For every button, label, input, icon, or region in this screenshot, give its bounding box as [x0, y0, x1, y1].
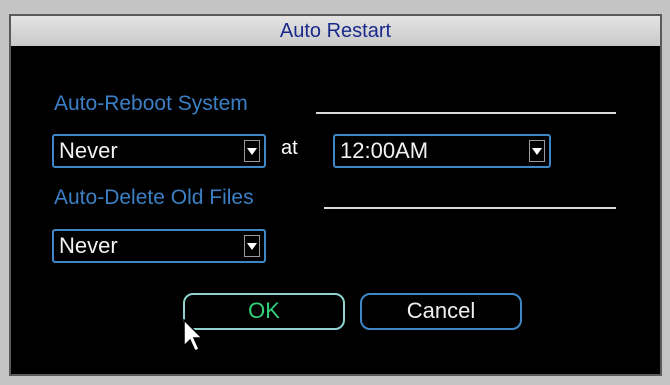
- cancel-button[interactable]: Cancel: [360, 293, 522, 330]
- auto-reboot-time-value: 12:00AM: [340, 138, 429, 163]
- dialog-title: Auto Restart: [11, 16, 660, 46]
- auto-reboot-frequency-select[interactable]: Never: [52, 134, 266, 168]
- section-divider: [316, 112, 616, 114]
- mouse-cursor-icon: [183, 318, 205, 358]
- chevron-down-icon[interactable]: [244, 140, 260, 162]
- ok-button[interactable]: OK: [183, 293, 345, 330]
- auto-delete-section-label: Auto-Delete Old Files: [54, 186, 254, 209]
- section-divider: [324, 207, 616, 209]
- at-label: at: [281, 137, 298, 159]
- auto-reboot-section-label: Auto-Reboot System: [54, 92, 248, 115]
- auto-reboot-time-select[interactable]: 12:00AM: [333, 134, 551, 168]
- chevron-down-icon[interactable]: [529, 140, 545, 162]
- screen-frame: Auto Restart Auto-Reboot System Never at…: [0, 0, 670, 385]
- auto-delete-frequency-select[interactable]: Never: [52, 229, 266, 263]
- auto-reboot-frequency-value: Never: [59, 138, 118, 163]
- auto-restart-dialog: Auto Restart Auto-Reboot System Never at…: [9, 14, 662, 376]
- auto-delete-frequency-value: Never: [59, 233, 118, 258]
- chevron-down-icon[interactable]: [244, 235, 260, 257]
